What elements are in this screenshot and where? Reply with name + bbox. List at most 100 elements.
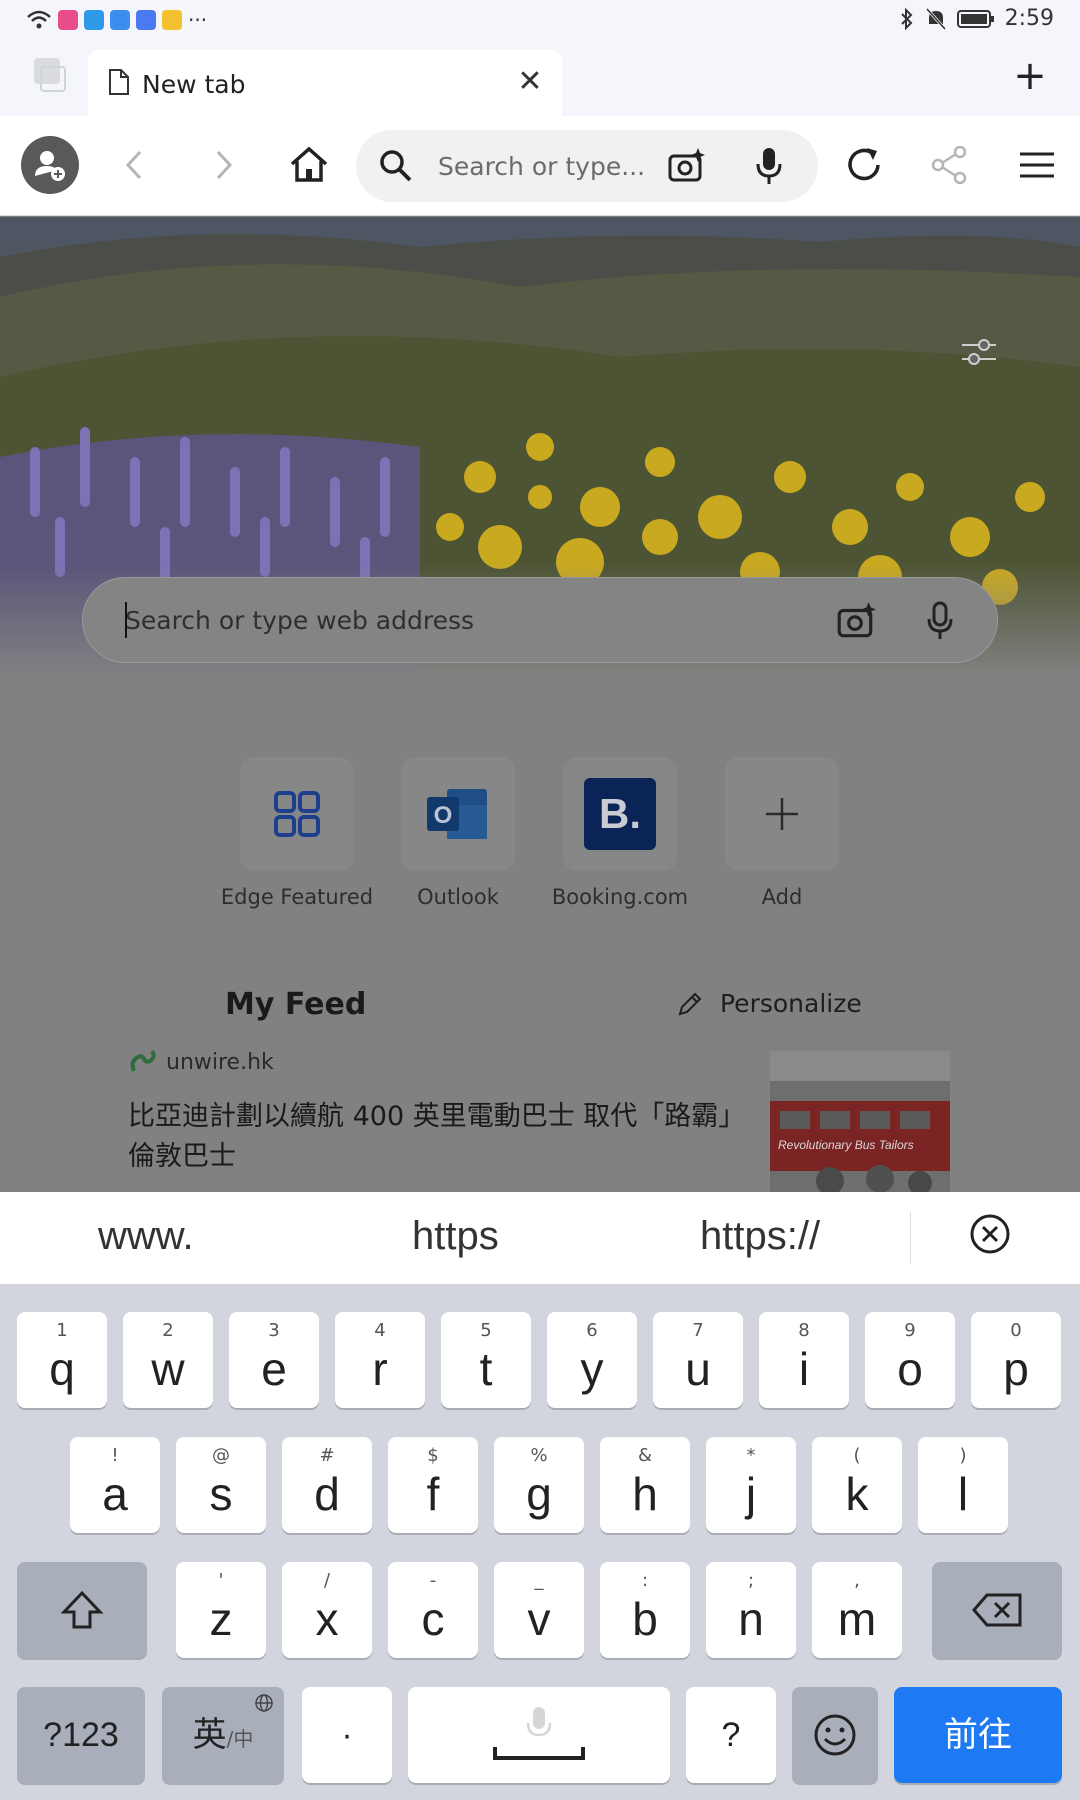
globe-icon [255,1694,273,1712]
personalize-button[interactable]: Personalize [676,989,862,1018]
key-n[interactable]: ; n [706,1562,796,1658]
grid-icon [274,791,320,837]
feed-title: My Feed [225,987,367,1022]
key-o[interactable]: 9o [865,1312,955,1408]
app-icon-1 [58,10,78,30]
key-h[interactable]: & h [600,1437,690,1533]
home-icon[interactable] [286,142,332,188]
browser-toolbar: Search or type... [0,116,1080,216]
quick-link-booking[interactable]: B. Booking.com [536,757,704,909]
key-v[interactable]: _ v [494,1562,584,1658]
language-main-label: 英 [192,1715,227,1755]
key-a[interactable]: ! a [70,1437,160,1533]
go-key[interactable]: 前往 [894,1687,1062,1783]
key-b[interactable]: :b [600,1562,690,1658]
key-l[interactable]: ) l [918,1437,1008,1533]
clock: 2:59 [1004,6,1054,31]
text-cursor [125,602,127,638]
key-g[interactable]: % g [494,1437,584,1533]
profile-button[interactable] [21,136,79,194]
key-d[interactable]: # d [282,1437,372,1533]
quick-link-outlook[interactable]: O Outlook [374,757,542,909]
document-icon [109,69,129,95]
pencil-icon [678,992,702,1015]
quick-link-add[interactable]: Add [698,757,866,909]
backspace-key[interactable] [932,1562,1062,1658]
key-f[interactable]: $ f [388,1437,478,1533]
numbers-key[interactable]: ?123 [17,1687,145,1783]
tab-title: New tab [142,70,246,99]
source-name: unwire.hk [166,1049,274,1075]
address-placeholder: Search or type... [438,152,646,181]
outlook-icon: O [427,789,487,839]
share-icon[interactable] [927,142,973,188]
key-c[interactable]: -c [388,1562,478,1658]
battery-icon [956,9,994,28]
quick-link-edge-featured[interactable]: Edge Featured [213,757,381,909]
page-search-input[interactable]: Search or type web address [82,577,998,663]
tab-switcher-button[interactable] [30,58,68,96]
article-thumbnail[interactable]: Revolutionary Bus Tailors [770,1051,950,1192]
space-key[interactable] [408,1687,670,1783]
back-icon[interactable] [112,142,158,188]
emoji-icon [814,1714,856,1756]
emoji-key[interactable] [792,1687,878,1783]
period-key[interactable]: · [302,1687,392,1783]
plus-icon [766,798,798,830]
quick-link-label: Add [761,885,803,909]
key-q[interactable]: 1q [17,1312,107,1408]
visual-search-icon[interactable] [835,600,877,642]
status-bar: ··· 2:59 [0,0,1080,42]
quick-link-label: Booking.com [551,885,689,909]
suggestion-https[interactable]: https [412,1214,499,1259]
key-e[interactable]: 3e [229,1312,319,1408]
key-y[interactable]: 6y [547,1312,637,1408]
address-bar[interactable]: Search or type... [356,130,818,202]
shift-key[interactable] [17,1562,147,1658]
key-z[interactable]: ' z [176,1562,266,1658]
suggestion-https-slashes[interactable]: https:// [700,1214,820,1259]
system-indicators: 2:59 [899,6,1054,31]
close-tab-icon[interactable]: ✕ [512,64,548,100]
tab-new-tab[interactable]: New tab ✕ [88,50,562,116]
key-t[interactable]: 5t [441,1312,531,1408]
backspace-icon [972,1593,1022,1627]
quick-link-label: Outlook [417,885,499,909]
quick-link-label: Edge Featured [220,885,374,909]
menu-icon[interactable] [1014,142,1060,188]
booking-icon: B. [584,778,656,850]
notification-icons: ··· [26,8,207,32]
new-tab-button[interactable]: + [1010,56,1050,96]
visual-search-icon[interactable] [666,146,706,186]
more-indicator: ··· [188,8,208,32]
key-r[interactable]: 4r [335,1312,425,1408]
close-suggestions-icon[interactable] [968,1212,1012,1256]
forward-icon[interactable] [200,142,246,188]
key-j[interactable]: * j [706,1437,796,1533]
question-key[interactable]: ? [686,1687,776,1783]
microphone-icon[interactable] [925,600,955,642]
key-w[interactable]: 2w [123,1312,213,1408]
language-sub-label: /中 [226,1727,254,1751]
language-switch-key[interactable]: 英/中 [162,1687,284,1783]
key-s[interactable]: @ s [176,1437,266,1533]
cloud-icon [110,10,130,30]
message-icon [162,10,182,30]
key-m[interactable]: ,m [812,1562,902,1658]
mute-bell-icon [925,7,946,30]
key-x[interactable]: / x [282,1562,372,1658]
thumbnail-caption: Revolutionary Bus Tailors [778,1138,914,1152]
refresh-icon[interactable] [841,142,887,188]
key-i[interactable]: 8i [759,1312,849,1408]
source-logo-icon [130,1049,156,1072]
article-source[interactable]: unwire.hk [128,1047,274,1077]
keyboard-suggestion-bar: www. https https:// [0,1192,1080,1284]
microphone-icon[interactable] [754,146,784,186]
voice-input-icon [526,1707,552,1737]
key-k[interactable]: (k [812,1437,902,1533]
article-headline[interactable]: 比亞迪計劃以續航 400 英里電動巴士 取代「路霸」倫敦巴士 [128,1097,748,1177]
key-u[interactable]: 7u [653,1312,743,1408]
page-settings-icon[interactable] [960,335,998,369]
key-p[interactable]: 0p [971,1312,1061,1408]
suggestion-www[interactable]: www. [98,1214,194,1259]
